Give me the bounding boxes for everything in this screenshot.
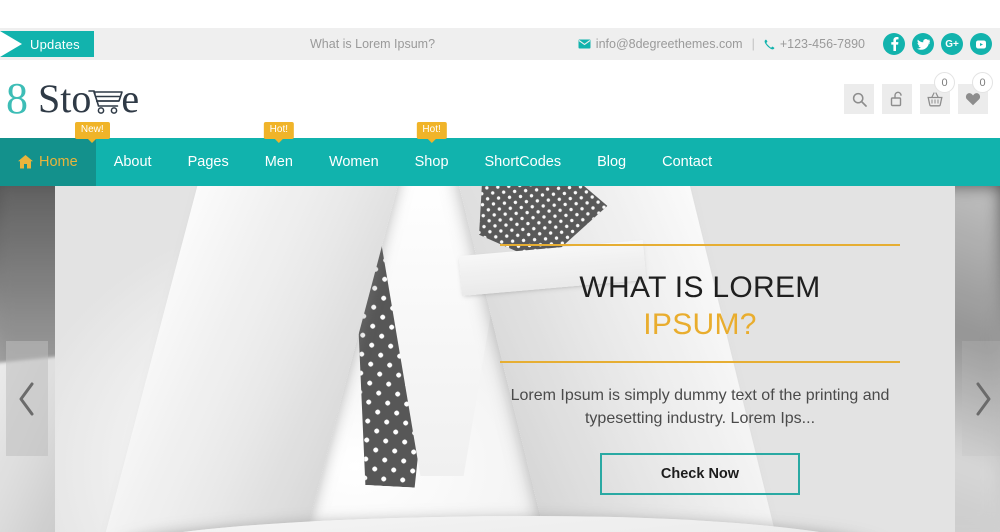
nav-label-men: Men bbox=[264, 154, 293, 170]
updates-tab[interactable]: Updates bbox=[0, 31, 94, 57]
hero-title: WHAT IS LOREM IPSUM? bbox=[500, 270, 900, 343]
home-icon bbox=[18, 155, 33, 169]
hero-title-line1: WHAT IS LOREM bbox=[579, 271, 821, 304]
basket-icon bbox=[927, 91, 943, 107]
wishlist-button[interactable]: 0 bbox=[958, 72, 993, 114]
envelope-icon bbox=[578, 39, 591, 49]
unlock-icon bbox=[890, 91, 904, 107]
nav-item-pages[interactable]: Pages bbox=[170, 138, 247, 186]
hero-caption: WHAT IS LOREM IPSUM? Lorem Ipsum is simp… bbox=[500, 244, 900, 495]
main-navigation: Home New! About Pages Hot! Men Women Hot… bbox=[0, 122, 1000, 186]
nav-badge-new: New! bbox=[74, 122, 110, 139]
slider-next-button[interactable] bbox=[962, 341, 1000, 456]
slider-prev-button[interactable] bbox=[6, 341, 48, 456]
top-white-strip bbox=[0, 0, 1000, 28]
email-text: info@8degreethemes.com bbox=[595, 37, 743, 51]
cart-button[interactable]: 0 bbox=[920, 72, 955, 114]
nav-item-contact[interactable]: Contact bbox=[644, 138, 730, 186]
google-plus-icon[interactable]: G+ bbox=[941, 33, 963, 55]
nav-label-pages: Pages bbox=[187, 154, 229, 170]
hero-slider: WHAT IS LOREM IPSUM? Lorem Ipsum is simp… bbox=[0, 186, 1000, 532]
nav-item-shop[interactable]: Hot! Shop bbox=[397, 122, 467, 186]
search-icon bbox=[852, 92, 867, 107]
nav-label-home: Home bbox=[39, 154, 78, 170]
site-logo[interactable]: 8 Sto e bbox=[6, 77, 139, 121]
nav-item-women[interactable]: Women bbox=[311, 138, 397, 186]
top-bar-ticker[interactable]: What is Lorem Ipsum? bbox=[310, 28, 435, 60]
phone-icon bbox=[764, 39, 775, 50]
facebook-icon[interactable] bbox=[883, 33, 905, 55]
nav-badge-hot-men: Hot! bbox=[263, 122, 294, 139]
site-header: 8 Sto e 0 0 bbox=[0, 60, 1000, 138]
nav-label-women: Women bbox=[328, 154, 379, 170]
nav-label-shortcodes: ShortCodes bbox=[484, 154, 562, 170]
nav-item-men[interactable]: Hot! Men bbox=[247, 122, 311, 186]
shopping-cart-icon bbox=[88, 88, 124, 118]
nav-badge-hot-shop: Hot! bbox=[416, 122, 447, 139]
caption-rule-top bbox=[500, 244, 900, 246]
phone-contact[interactable]: +123-456-7890 bbox=[764, 37, 865, 51]
chevron-right-icon bbox=[973, 382, 993, 416]
phone-text: +123-456-7890 bbox=[779, 37, 865, 51]
account-button[interactable] bbox=[882, 84, 912, 114]
caption-rule-bottom bbox=[500, 361, 900, 364]
wishlist-count-badge: 0 bbox=[972, 72, 993, 93]
nav-label-about: About bbox=[113, 154, 152, 170]
heart-icon bbox=[965, 92, 981, 106]
check-now-button[interactable]: Check Now bbox=[600, 452, 800, 495]
check-now-label: Check Now bbox=[660, 465, 740, 482]
nav-label-blog: Blog bbox=[597, 154, 627, 170]
nav-item-about[interactable]: About bbox=[96, 138, 170, 186]
logo-word-start: Sto bbox=[38, 76, 92, 121]
top-bar-contact: info@8degreethemes.com | +123-456-7890 G… bbox=[578, 28, 992, 60]
ticker-text: What is Lorem Ipsum? bbox=[310, 37, 436, 51]
twitter-icon[interactable] bbox=[912, 33, 934, 55]
logo-number: 8 bbox=[6, 74, 28, 123]
youtube-icon[interactable] bbox=[970, 33, 992, 55]
updates-label: Updates bbox=[30, 36, 80, 52]
nav-item-blog[interactable]: Blog bbox=[579, 138, 644, 186]
chevron-left-icon bbox=[17, 382, 37, 416]
nav-label-contact: Contact bbox=[662, 154, 713, 170]
top-bar: Updates What is Lorem Ipsum? info@8degre… bbox=[0, 28, 1000, 60]
social-links: G+ bbox=[883, 33, 992, 55]
nav-item-shortcodes[interactable]: ShortCodes bbox=[467, 138, 580, 186]
contact-separator: | bbox=[751, 37, 755, 51]
header-tools: 0 0 bbox=[844, 72, 993, 114]
email-contact[interactable]: info@8degreethemes.com bbox=[578, 37, 743, 51]
nav-item-home[interactable]: Home New! bbox=[0, 122, 110, 186]
cart-count-badge: 0 bbox=[934, 72, 955, 93]
page-root: Updates What is Lorem Ipsum? info@8degre… bbox=[0, 0, 1000, 532]
hero-description: Lorem Ipsum is simply dummy text of the … bbox=[510, 387, 890, 427]
hero-title-line2: IPSUM? bbox=[643, 307, 757, 341]
nav-label-shop: Shop bbox=[414, 154, 449, 170]
search-button[interactable] bbox=[844, 84, 874, 114]
